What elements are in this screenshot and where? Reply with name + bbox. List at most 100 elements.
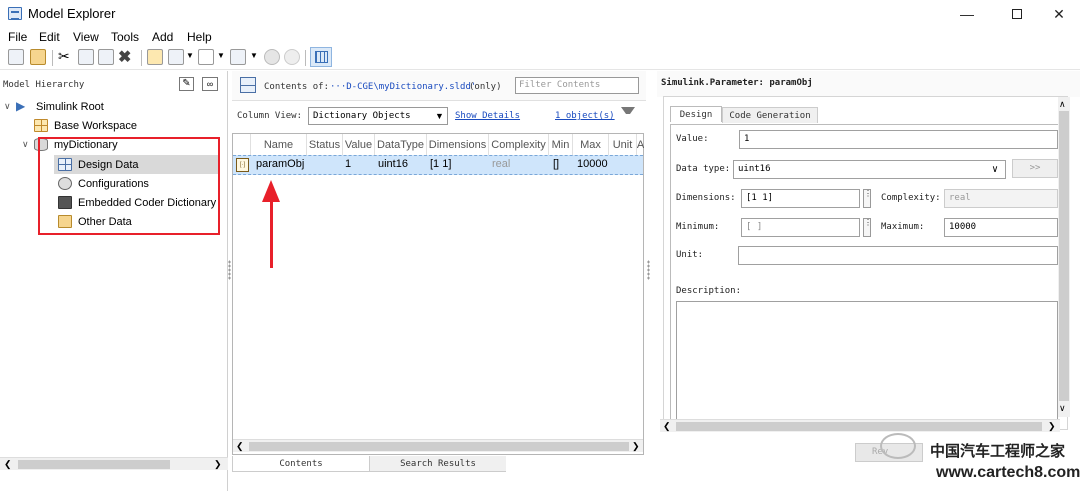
value-field[interactable]: 1	[739, 130, 1058, 149]
scroll-thumb[interactable]	[249, 442, 629, 451]
minimum-stepper[interactable]: ⋮	[863, 218, 872, 237]
properties-title: Simulink.Parameter: paramObj	[661, 78, 813, 88]
expand-down-icon[interactable]: ∨	[4, 101, 16, 112]
minimize-button[interactable]: —	[944, 0, 990, 28]
column-header-value[interactable]: Value	[343, 134, 375, 155]
description-textarea[interactable]	[676, 301, 1058, 425]
cell-datatype[interactable]: uint16	[378, 158, 408, 170]
datatype-assistant-button[interactable]: >>	[1012, 159, 1058, 178]
scroll-down-icon[interactable]: ∨	[1059, 403, 1066, 414]
filter-contents-input[interactable]: Filter Contents	[515, 77, 639, 94]
dropdown-arrow-icon[interactable]: ▼	[250, 51, 258, 60]
add-parameter-icon[interactable]	[168, 49, 184, 65]
scroll-left-icon[interactable]: ❮	[236, 441, 244, 452]
unit-label: Unit:	[676, 250, 704, 260]
tree-base-workspace[interactable]: Base Workspace	[22, 116, 228, 135]
cell-dimensions[interactable]: [1 1]	[430, 158, 451, 170]
dropdown-arrow-icon[interactable]: ▼	[186, 51, 194, 60]
dropdown-arrow-icon: ▼	[435, 111, 444, 121]
add-config-icon[interactable]	[230, 49, 246, 65]
close-button[interactable]: ✕	[1036, 0, 1080, 28]
new-model-icon[interactable]	[8, 49, 24, 65]
paste-icon[interactable]	[98, 49, 114, 65]
maximum-field[interactable]: 10000	[944, 218, 1058, 237]
unit-field[interactable]	[738, 246, 1058, 265]
right-splitter[interactable]	[647, 260, 650, 280]
object-count-link[interactable]: 1 object(s)	[555, 111, 615, 121]
column-view-value: Dictionary Objects	[313, 111, 411, 121]
contents-horizontal-scrollbar[interactable]: ❮ ❯	[233, 439, 643, 452]
tree-simulink-root[interactable]: ∨ ▶ Simulink Root	[4, 97, 228, 116]
scroll-thumb[interactable]	[1059, 111, 1069, 401]
maximum-label: Maximum:	[881, 222, 925, 232]
open-folder-icon[interactable]	[30, 49, 46, 65]
menu-help[interactable]: Help	[187, 30, 212, 44]
edit-icon[interactable]: ✎	[179, 77, 194, 91]
menu-add[interactable]: Add	[152, 30, 173, 44]
left-splitter[interactable]	[228, 260, 231, 280]
column-header-a[interactable]: A	[637, 134, 644, 155]
target-icon[interactable]	[264, 49, 280, 65]
scroll-left-icon[interactable]: ❮	[4, 459, 12, 470]
column-header-complexity[interactable]: Complexity	[489, 134, 549, 155]
contents-path[interactable]: ···D-CGE\myDictionary.sldd'	[330, 82, 476, 92]
menu-view[interactable]: View	[73, 30, 99, 44]
tab-search-results[interactable]: Search Results	[370, 456, 506, 472]
add-workspace-icon[interactable]	[147, 49, 163, 65]
cell-complexity: real	[492, 158, 511, 170]
column-header-unit[interactable]: Unit	[609, 134, 637, 155]
expand-down-icon[interactable]: ∨	[22, 139, 34, 150]
add-signal-icon[interactable]	[198, 49, 214, 65]
column-header-min[interactable]: Min	[549, 134, 573, 155]
cell-value[interactable]: 1	[345, 158, 351, 170]
menu-tools[interactable]: Tools	[111, 30, 139, 44]
column-header-dimensions[interactable]: Dimensions	[427, 134, 489, 155]
datatype-select[interactable]: uint16 ∨	[733, 160, 1006, 179]
cut-icon[interactable]: ✂	[58, 48, 70, 65]
scroll-right-icon[interactable]: ❯	[1048, 421, 1056, 432]
menu-edit[interactable]: Edit	[39, 30, 60, 44]
dimensions-stepper[interactable]: ⋮	[863, 189, 872, 208]
scroll-thumb[interactable]	[18, 460, 170, 469]
scroll-thumb[interactable]	[676, 422, 1042, 431]
tab-contents[interactable]: Contents	[232, 456, 370, 472]
minimum-label: Minimum:	[676, 222, 720, 232]
dropdown-arrow-icon[interactable]: ▼	[217, 51, 225, 60]
column-header-max[interactable]: Max	[573, 134, 609, 155]
column-header-icon[interactable]	[233, 134, 251, 155]
tab-design[interactable]: Design	[670, 106, 722, 122]
value-label: Value:	[676, 134, 709, 144]
filter-funnel-icon[interactable]	[621, 107, 635, 121]
tab-code-generation[interactable]: Code Generation	[722, 107, 818, 123]
column-header-name[interactable]: Name	[251, 134, 307, 155]
cell-max[interactable]: 10000	[577, 158, 608, 170]
scroll-up-icon[interactable]: ∧	[1059, 99, 1066, 110]
maximize-button[interactable]	[994, 0, 1040, 28]
scroll-right-icon[interactable]: ❯	[632, 441, 640, 452]
highlight-box	[38, 137, 220, 235]
left-horizontal-scrollbar[interactable]: ❮ ❯	[0, 457, 228, 470]
scroll-left-icon[interactable]: ❮	[663, 421, 671, 432]
wechat-logo-icon	[880, 433, 916, 459]
model-hierarchy-header: Model Hierarchy	[3, 80, 85, 90]
delete-icon[interactable]: ✖	[118, 47, 131, 67]
show-details-link[interactable]: Show Details	[455, 111, 520, 121]
link-icon[interactable]: ∞	[202, 77, 218, 91]
dimensions-field[interactable]: [1 1]	[741, 189, 860, 208]
properties-vertical-scrollbar[interactable]: ∧ ∨	[1058, 97, 1070, 417]
properties-horizontal-scrollbar[interactable]: ❮ ❯	[660, 419, 1060, 432]
contents-grid	[232, 133, 644, 455]
column-header-datatype[interactable]: DataType	[375, 134, 427, 155]
menu-file[interactable]: File	[8, 30, 27, 44]
app-icon	[8, 7, 22, 20]
column-view-toggle[interactable]	[310, 47, 332, 67]
column-view-select[interactable]: Dictionary Objects ▼	[308, 107, 448, 125]
copy-icon[interactable]	[78, 49, 94, 65]
record-icon[interactable]	[284, 49, 300, 65]
scroll-right-icon[interactable]: ❯	[214, 459, 222, 470]
cell-name[interactable]: paramObj	[256, 158, 304, 170]
column-header-status[interactable]: Status	[307, 134, 343, 155]
datatype-value: uint16	[738, 164, 771, 174]
cell-min[interactable]: []	[553, 158, 559, 170]
minimum-field[interactable]: [ ]	[741, 218, 860, 237]
